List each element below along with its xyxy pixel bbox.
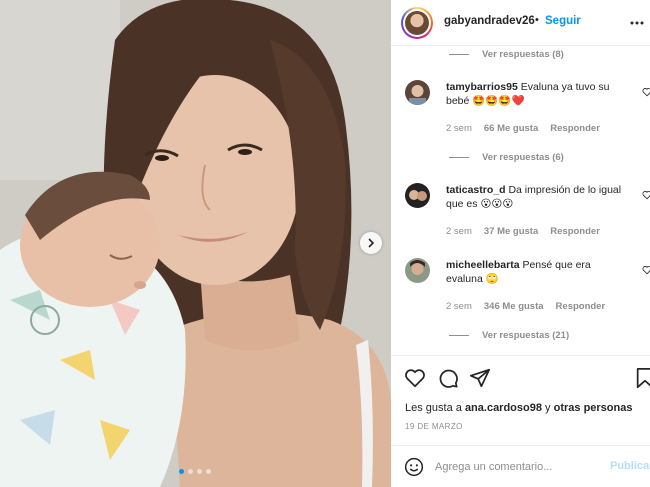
view-replies-label: Ver respuestas (21) [482, 330, 570, 341]
share-icon[interactable] [469, 367, 491, 389]
comment-text: taticastro_d Da impresión de lo igual qu… [446, 183, 622, 211]
comment-icon[interactable] [437, 367, 459, 389]
carousel-next-button[interactable] [360, 232, 382, 254]
carousel-dot [206, 469, 211, 474]
carousel-dot [197, 469, 202, 474]
comment-likes[interactable]: 66 Me gusta [484, 123, 538, 134]
view-replies-button[interactable]: Ver respuestas (21) [449, 330, 569, 341]
bookmark-icon[interactable] [634, 367, 650, 389]
carousel-indicator [179, 469, 211, 474]
author-avatar[interactable] [401, 7, 433, 39]
comment-likes[interactable]: 37 Me gusta [484, 226, 538, 237]
comment-time: 2 sem [446, 226, 472, 237]
comment-meta: 2 sem 37 Me gusta Responder [446, 226, 600, 237]
view-replies-label: Ver respuestas (6) [482, 152, 564, 163]
likes-others-link[interactable]: otras personas [554, 402, 633, 414]
comment-text: micheellebarta Pensé que era evaluna 🙄 [446, 258, 622, 286]
carousel-dot [188, 469, 193, 474]
comment-time: 2 sem [446, 301, 472, 312]
commenter-avatar[interactable] [405, 80, 430, 105]
commenter-username[interactable]: micheellebarta [446, 259, 520, 271]
emoji-icon[interactable] [404, 457, 424, 477]
likes-summary: Les gusta a ana.cardoso98 y otras person… [405, 402, 632, 414]
comment-likes[interactable]: 346 Me gusta [484, 301, 544, 312]
commenter-avatar[interactable] [405, 183, 430, 208]
likes-conj: y [545, 402, 551, 414]
post-date[interactable]: 19 DE MARZO [405, 422, 463, 431]
author-username[interactable]: gabyandradev26 [444, 15, 535, 27]
comment-like-icon[interactable] [642, 190, 650, 200]
heart-icon[interactable] [404, 367, 426, 389]
comment-meta: 2 sem 66 Me gusta Responder [446, 123, 600, 134]
commenter-username[interactable]: tamybarrios95 [446, 81, 518, 93]
reply-button[interactable]: Responder [550, 123, 600, 134]
comment-time: 2 sem [446, 123, 472, 134]
header-separator: • [535, 14, 539, 26]
comment-input[interactable] [435, 457, 605, 477]
likes-user-link[interactable]: ana.cardoso98 [465, 402, 542, 414]
comment-meta: 2 sem 346 Me gusta Responder [446, 301, 605, 312]
view-replies-label: Ver respuestas (8) [482, 49, 564, 60]
chevron-right-icon [368, 238, 375, 248]
comment-like-icon[interactable] [642, 265, 650, 275]
post-actions: Les gusta a ana.cardoso98 y otras person… [391, 355, 650, 455]
follow-button[interactable]: Seguir [545, 15, 581, 27]
comment-like-icon[interactable] [642, 87, 650, 97]
post-photo[interactable] [0, 0, 391, 487]
view-replies-button[interactable]: Ver respuestas (6) [449, 152, 564, 163]
commenter-avatar[interactable] [405, 258, 430, 283]
comment-text: tamybarrios95 Evaluna ya tuvo su bebé 🤩🤩… [446, 80, 622, 108]
add-comment-bar: Publicar [391, 445, 650, 487]
reply-button[interactable]: Responder [556, 301, 606, 312]
reply-button[interactable]: Responder [550, 226, 600, 237]
post-side-panel: gabyandradev26 • Seguir Ver respuestas (… [391, 0, 650, 487]
view-replies-button[interactable]: Ver respuestas (8) [449, 49, 564, 60]
post-header: gabyandradev26 • Seguir [391, 0, 650, 46]
comments-list[interactable]: Ver respuestas (8) tamybarrios95 Evaluna… [391, 46, 650, 354]
publish-button[interactable]: Publicar [610, 460, 650, 472]
commenter-username[interactable]: taticastro_d [446, 184, 506, 196]
more-options-icon[interactable] [630, 17, 644, 29]
carousel-dot [179, 469, 184, 474]
likes-prefix: Les gusta a [405, 402, 462, 414]
post-image [0, 0, 391, 487]
